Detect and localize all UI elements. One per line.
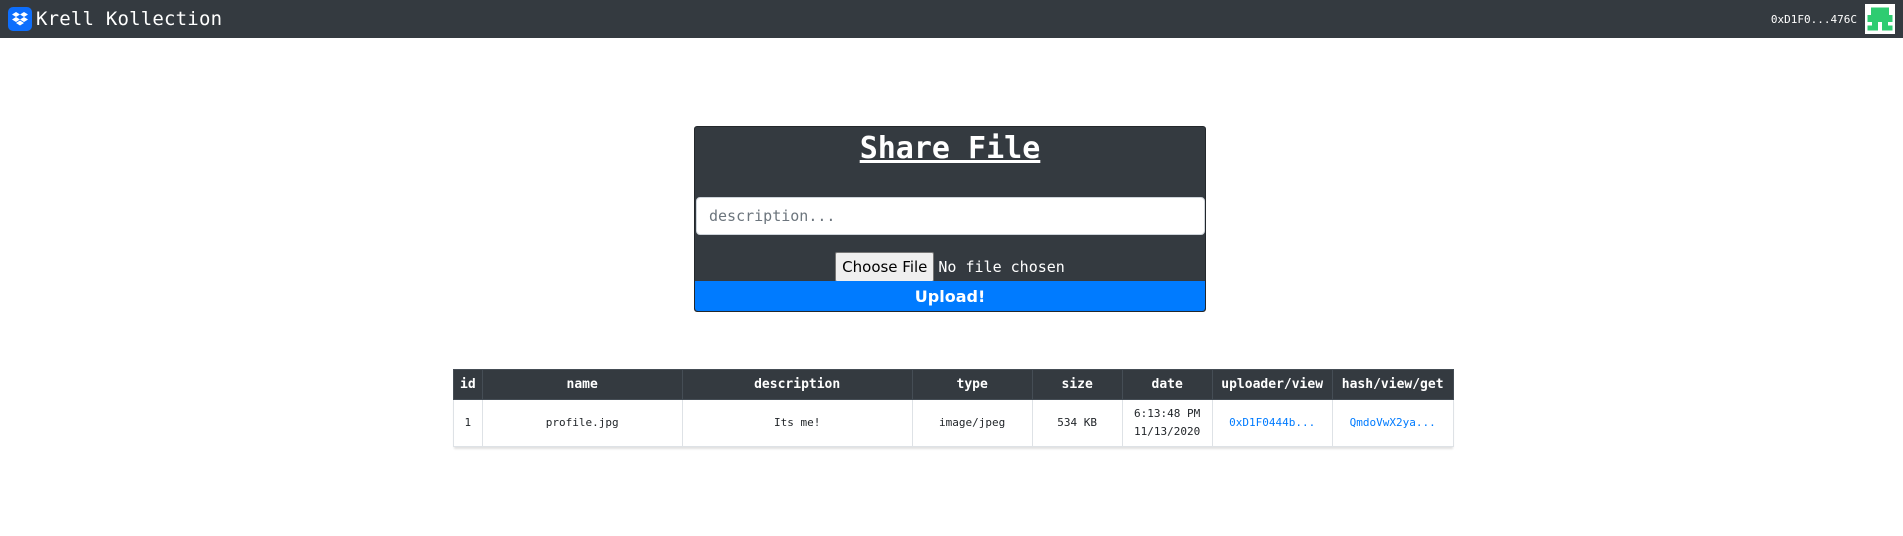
cell-name: profile.jpg: [481, 399, 683, 447]
table-row: 1 profile.jpg Its me! image/jpeg 534 KB …: [453, 399, 1454, 447]
cell-description: Its me!: [681, 399, 913, 447]
header-type: type: [911, 369, 1033, 400]
cell-size: 534 KB: [1031, 399, 1123, 447]
file-picker: Choose File No file chosen: [695, 252, 1205, 282]
navbar: Krell Kollection 0xD1F0...476C: [0, 0, 1903, 38]
upload-button[interactable]: Upload!: [695, 281, 1205, 311]
files-table: id name description type size date uploa…: [453, 369, 1454, 447]
cell-date-day: 11/13/2020: [1134, 425, 1201, 438]
brand-name: Krell Kollection: [36, 8, 223, 30]
cell-type: image/jpeg: [911, 399, 1033, 447]
header-description: description: [681, 369, 913, 400]
choose-file-button[interactable]: Choose File: [835, 252, 935, 282]
cell-id: 1: [453, 399, 483, 447]
hash-link[interactable]: QmdoVwX2ya...: [1350, 416, 1436, 429]
cell-hash: QmdoVwX2ya...: [1331, 399, 1454, 447]
share-file-card: Share File Choose File No file chosen Up…: [694, 126, 1206, 312]
header-name: name: [481, 369, 683, 400]
description-input[interactable]: [696, 197, 1205, 235]
account-address: 0xD1F0...476C: [1770, 12, 1857, 26]
header-uploader: uploader/view: [1211, 369, 1333, 400]
header-size: size: [1031, 369, 1123, 400]
uploader-link[interactable]: 0xD1F0444b...: [1229, 416, 1315, 429]
identicon-avatar: [1865, 4, 1895, 34]
table-header-row: id name description type size date uploa…: [453, 369, 1454, 400]
header-date: date: [1121, 369, 1213, 400]
cell-uploader: 0xD1F0444b...: [1211, 399, 1333, 447]
share-file-title: Share File: [859, 131, 1041, 166]
brand[interactable]: Krell Kollection: [8, 7, 222, 31]
cell-date-time: 6:13:48 PM: [1134, 407, 1201, 420]
header-hash: hash/view/get: [1331, 369, 1454, 400]
dropbox-icon: [8, 7, 32, 31]
file-status: No file chosen: [938, 258, 1065, 276]
account-area: 0xD1F0...476C: [1771, 4, 1895, 34]
header-id: id: [453, 369, 483, 400]
cell-date: 6:13:48 PM 11/13/2020: [1121, 399, 1213, 447]
